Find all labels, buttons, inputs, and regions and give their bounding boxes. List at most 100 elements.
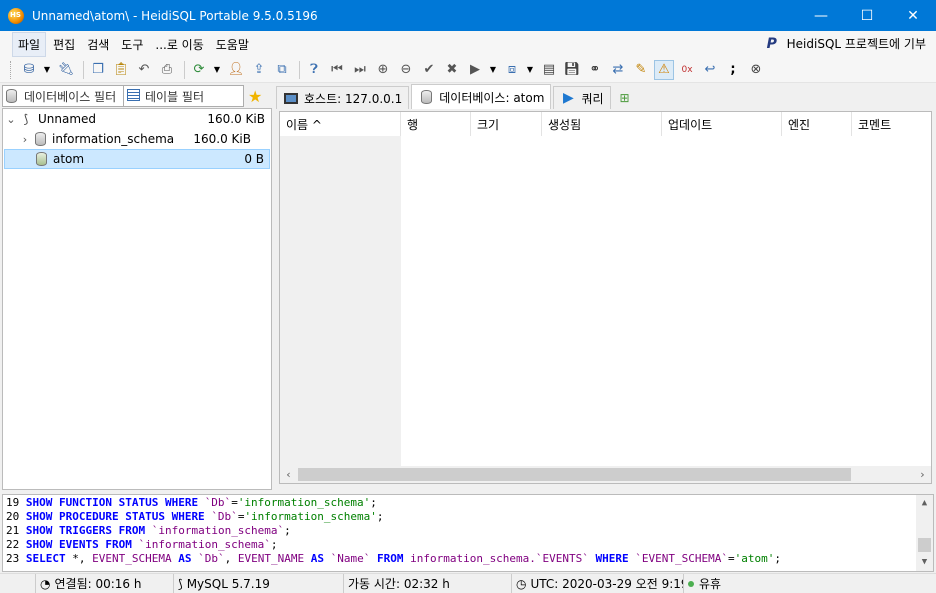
save-icon[interactable]: ▤	[539, 60, 559, 80]
expand-chevron-icon[interactable]: ›	[18, 133, 32, 146]
run-dropdown-icon[interactable]: ▼	[488, 60, 498, 80]
tab-database[interactable]: 데이터베이스: atom	[411, 84, 552, 109]
menu-help[interactable]: 도움말	[211, 33, 254, 56]
post-icon[interactable]: ✔	[419, 60, 439, 80]
heidisql-app-icon	[8, 7, 24, 24]
print-icon[interactable]: ⎙	[157, 60, 177, 80]
warning-icon[interactable]: ⚠	[654, 59, 674, 80]
undo-icon[interactable]: ↶	[134, 60, 154, 80]
stop-icon[interactable]: ⊗	[746, 60, 766, 80]
table-icon	[127, 89, 141, 103]
delete-row-icon[interactable]: ⊖	[396, 60, 416, 80]
menu-file[interactable]: 파일	[12, 31, 47, 57]
database-icon	[6, 89, 20, 103]
status-time: ◷ UTC: 2020-03-29 오전 9:19	[512, 573, 684, 593]
clock-icon: ◔	[40, 576, 51, 591]
tree-item-session[interactable]: ⌄ ⟆ Unnamed 160.0 KiB	[4, 109, 270, 129]
tables-grid[interactable]: 이름 ^ 행 크기 생성됨 업데이트 엔진 코멘트 ‹ ›	[279, 111, 932, 484]
maximize-button[interactable]: ☐	[844, 0, 890, 31]
scrollbar-thumb[interactable]	[298, 468, 851, 481]
sql-log[interactable]: 19 SHOW FUNCTION STATUS WHERE `Db`='info…	[2, 494, 934, 572]
connect-icon[interactable]: ⛁	[19, 60, 39, 80]
toolbar-grip[interactable]	[10, 60, 13, 79]
scroll-down-icon[interactable]: ▼	[916, 554, 933, 571]
status-server: ⟆ MySQL 5.7.19	[174, 573, 344, 593]
database-icon	[33, 151, 49, 167]
query-tab-dropdown-icon[interactable]: ▼	[525, 60, 535, 80]
scroll-up-icon[interactable]: ▲	[916, 495, 933, 512]
new-tab-icon: ⊞	[619, 90, 630, 105]
export-icon[interactable]: ⇪	[249, 60, 269, 80]
help-icon[interactable]: ❓︎	[304, 60, 324, 80]
column-header-created[interactable]: 생성됨	[542, 112, 662, 136]
column-header-updated[interactable]: 업데이트	[662, 112, 782, 136]
monitor-icon	[283, 90, 299, 106]
menu-bar: 파일 편집 검색 도구 ...로 이동 도움말 P HeidiSQL 프로젝트에…	[0, 31, 936, 57]
horizontal-scrollbar[interactable]: ‹ ›	[280, 466, 931, 483]
insert-row-icon[interactable]: ⊕	[373, 60, 393, 80]
copy-icon[interactable]: ❐	[88, 60, 108, 80]
collapse-chevron-icon[interactable]: ⌄	[4, 113, 18, 126]
donate-link[interactable]: P HeidiSQL 프로젝트에 기부	[767, 35, 926, 52]
tab-query[interactable]: ▶ 쿼리	[553, 86, 611, 109]
tab-label: 호스트: 127.0.0.1	[304, 91, 403, 106]
first-icon[interactable]: ⏮	[327, 60, 347, 80]
refresh-dropdown-icon[interactable]: ▼	[212, 60, 222, 80]
query-tab-icon[interactable]: ⧈	[502, 60, 522, 80]
log-line: 19 SHOW FUNCTION STATUS WHERE `Db`='info…	[6, 496, 377, 509]
cancel-icon[interactable]: ✖	[442, 60, 462, 80]
scrollbar-thumb[interactable]	[918, 538, 931, 552]
database-filter-placeholder: 데이터베이스 필터	[24, 89, 117, 104]
user-manager-icon[interactable]: 👤︎	[226, 60, 246, 80]
column-header-comment[interactable]: 코멘트	[852, 112, 931, 136]
minimize-button[interactable]: —	[798, 0, 844, 31]
menu-edit[interactable]: 편집	[48, 33, 80, 56]
new-query-tab-button[interactable]: ⊞	[613, 86, 642, 109]
semicolon-icon[interactable]: ;	[723, 60, 743, 80]
vertical-scrollbar[interactable]: ▲ ▼	[916, 495, 933, 571]
column-header-rows[interactable]: 행	[401, 112, 471, 136]
last-icon[interactable]: ⏭	[350, 60, 370, 80]
connect-dropdown-icon[interactable]: ▼	[42, 60, 52, 80]
log-line: 23 SELECT *, EVENT_SCHEMA AS `Db`, EVENT…	[6, 552, 781, 565]
filter-bar: 데이터베이스 필터 테이블 필터 ★	[0, 84, 272, 108]
wrap-icon[interactable]: ↩	[700, 60, 720, 80]
toolbar: ⛁ ▼ 🔌︎ ❐ 📋︎ ↶ ⎙ ⟳ ▼ 👤︎ ⇪ ⧉ ❓︎ ⏮ ⏭ ⊕ ⊖ ✔ …	[0, 57, 936, 83]
tree-item-label: atom	[53, 152, 85, 166]
table-filter-input[interactable]: 테이블 필터	[123, 85, 244, 107]
tree-item-size: 0 B	[244, 152, 264, 166]
log-line: 22 SHOW EVENTS FROM `information_schema`…	[6, 538, 278, 551]
save-disk-icon[interactable]: 💾︎	[562, 60, 582, 80]
tree-item-atom[interactable]: atom 0 B	[4, 149, 270, 169]
binoculars-icon[interactable]: ⚭	[585, 60, 605, 80]
import-icon[interactable]: ⧉	[272, 60, 292, 80]
scroll-left-icon[interactable]: ‹	[280, 466, 297, 483]
hex-icon[interactable]: 0x	[677, 60, 697, 80]
run-icon[interactable]: ▶	[465, 60, 485, 80]
clock-icon: ◷	[516, 576, 527, 591]
replace-icon[interactable]: ⇄	[608, 60, 628, 80]
disconnect-icon[interactable]: 🔌︎	[56, 60, 76, 80]
status-state: 유휴	[684, 574, 924, 593]
menu-search[interactable]: 검색	[82, 33, 114, 56]
status-bar: ◔ 연결됨: 00:16 h ⟆ MySQL 5.7.19 가동 시간: 02:…	[0, 573, 936, 593]
status-connected: ◔ 연결됨: 00:16 h	[36, 573, 174, 593]
database-filter-input[interactable]: 데이터베이스 필터	[2, 85, 123, 107]
window-title: Unnamed\atom\ - HeidiSQL Portable 9.5.0.…	[32, 8, 318, 23]
tab-host[interactable]: 호스트: 127.0.0.1	[276, 86, 410, 109]
tree-item-information-schema[interactable]: › information_schema 160.0 KiB	[4, 129, 256, 149]
donate-label: HeidiSQL 프로젝트에 기부	[786, 37, 926, 51]
scroll-right-icon[interactable]: ›	[914, 466, 931, 483]
column-header-engine[interactable]: 엔진	[782, 112, 852, 136]
close-button[interactable]: ✕	[890, 0, 936, 31]
database-tree[interactable]: ⌄ ⟆ Unnamed 160.0 KiB › information_sche…	[2, 108, 272, 490]
refresh-icon[interactable]: ⟳	[189, 60, 209, 80]
favorites-star-icon[interactable]: ★	[248, 87, 262, 106]
tree-item-size: 160.0 KiB	[207, 112, 265, 126]
edit-icon[interactable]: ✎	[631, 60, 651, 80]
column-header-size[interactable]: 크기	[471, 112, 542, 136]
paste-icon[interactable]: 📋︎	[111, 60, 131, 80]
menu-tools[interactable]: 도구	[116, 33, 148, 56]
menu-goto[interactable]: ...로 이동	[150, 33, 208, 56]
column-header-name[interactable]: 이름 ^	[280, 112, 401, 136]
